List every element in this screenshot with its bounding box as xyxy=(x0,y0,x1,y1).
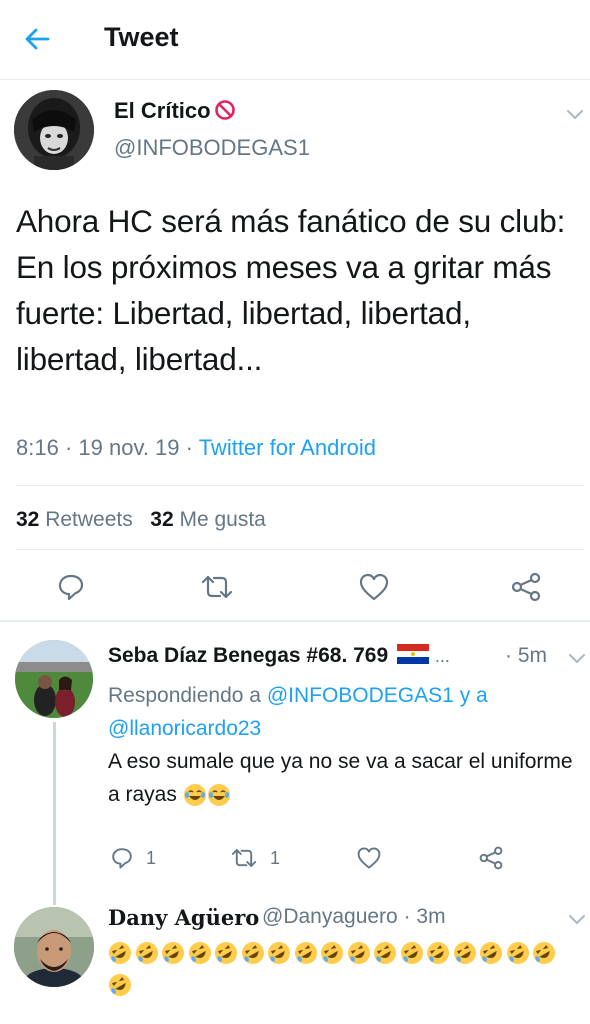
rofl-emoji-icon xyxy=(480,942,502,965)
thread-line xyxy=(53,722,56,905)
chevron-down-icon[interactable] xyxy=(568,913,586,925)
reply-icon[interactable] xyxy=(56,572,86,602)
meta-dot: · xyxy=(64,435,73,460)
tweet-time: 8:16 xyxy=(16,435,59,460)
author-name[interactable]: El Crítico xyxy=(114,98,236,124)
reply-icon[interactable] xyxy=(110,846,134,870)
meta-dot: · xyxy=(505,644,512,667)
name-ellipsis: ... xyxy=(434,646,450,666)
mention-link[interactable]: @llanoricardo23 xyxy=(108,717,261,740)
likes-count: 32 xyxy=(150,508,174,531)
tweet-text-body: A eso sumale que ya no se va a sacar el … xyxy=(108,750,573,806)
joy-emoji-icon xyxy=(207,784,230,807)
rofl-emoji-icon xyxy=(400,942,423,965)
replying-prefix: Respondiendo a xyxy=(108,684,261,707)
tweet-text xyxy=(108,935,568,999)
author-handle[interactable]: @INFOBODEGAS1 xyxy=(114,135,310,161)
tweet-actions: 1 1 xyxy=(0,844,590,874)
tweet-time-text: 5m xyxy=(517,644,548,667)
rofl-emoji-icon xyxy=(453,942,476,965)
rofl-emoji-icon xyxy=(135,942,158,965)
likes-stat[interactable]: 32 Me gusta xyxy=(150,508,266,531)
tweet-stats: 32 Retweets 32 Me gusta xyxy=(16,508,266,532)
rofl-emoji-icon xyxy=(215,942,237,965)
author-handle-text: @Danyaguero xyxy=(262,905,398,928)
tweet-time: 3m xyxy=(416,905,446,928)
retweets-count: 32 xyxy=(16,508,40,531)
tweet-text: Ahora HC será más fanático de su club: E… xyxy=(16,203,566,377)
tweet-meta: 8:16 · 19 nov. 19 · Twitter for Android xyxy=(16,435,376,461)
divider xyxy=(16,485,584,486)
rofl-emoji-icon xyxy=(347,942,370,965)
back-arrow-icon[interactable] xyxy=(22,24,52,54)
rofl-emoji-icon xyxy=(506,942,529,965)
rofl-emoji-icon xyxy=(533,942,555,965)
author-name[interactable]: Dany Agüero xyxy=(108,905,259,930)
chevron-down-icon[interactable] xyxy=(566,108,584,120)
replying-to: Respondiendo a @INFOBODEGAS1 y a @llanor… xyxy=(108,679,578,745)
paraguay-flag-icon xyxy=(397,644,430,664)
rofl-emoji-icon xyxy=(241,942,264,965)
avatar[interactable] xyxy=(14,907,94,987)
retweets-label: Retweets xyxy=(45,508,133,531)
divider xyxy=(0,620,590,622)
rofl-emoji-icon xyxy=(188,942,211,965)
reply-count: 1 xyxy=(146,848,157,868)
tweet-source-link[interactable]: Twitter for Android xyxy=(199,435,376,460)
like-icon[interactable] xyxy=(358,572,390,602)
author-name-text: El Crítico xyxy=(114,98,211,123)
meta-dot: · xyxy=(403,905,411,928)
author-handle[interactable]: @Danyaguero · 3m xyxy=(262,905,446,929)
retweet-icon[interactable] xyxy=(230,846,258,870)
rofl-emoji-icon xyxy=(321,942,343,965)
tweet-text: A eso sumale que ya no se va a sacar el … xyxy=(108,745,578,811)
top-bar: Tweet xyxy=(0,0,590,80)
rofl-emoji-icon xyxy=(268,942,290,965)
tweet-time: · 5m xyxy=(505,644,547,668)
tweet-date: 19 nov. 19 xyxy=(78,435,180,460)
like-icon[interactable] xyxy=(356,846,382,870)
meta-dot: · xyxy=(185,435,193,460)
author-name-text: Seba Díaz Benegas #68. 769 xyxy=(108,644,389,667)
joy-emoji-icon xyxy=(183,784,206,807)
avatar[interactable] xyxy=(15,640,93,718)
mention-link[interactable]: @INFOBODEGAS1 xyxy=(267,684,454,707)
chevron-down-icon[interactable] xyxy=(568,652,586,664)
rofl-emoji-icon xyxy=(162,942,184,965)
replying-and: y a xyxy=(459,684,488,707)
retweets-stat[interactable]: 32 Retweets xyxy=(16,508,133,531)
no-entry-icon xyxy=(214,100,235,120)
page-title: Tweet xyxy=(104,22,179,52)
avatar[interactable] xyxy=(14,90,94,170)
rofl-emoji-icon xyxy=(294,942,317,965)
author-name[interactable]: Seba Díaz Benegas #68. 769 ... xyxy=(108,644,450,668)
retweet-icon[interactable] xyxy=(200,572,234,602)
tweet-actions xyxy=(0,566,590,606)
divider xyxy=(16,549,584,550)
rofl-emoji-icon xyxy=(374,942,396,965)
rofl-emoji-icon xyxy=(427,942,449,965)
retweet-count: 1 xyxy=(270,848,281,868)
rofl-emoji-icon xyxy=(109,942,131,965)
rofl-emoji-icon xyxy=(109,974,131,997)
likes-label: Me gusta xyxy=(179,508,266,531)
share-icon[interactable] xyxy=(478,846,504,870)
share-icon[interactable] xyxy=(510,572,542,602)
